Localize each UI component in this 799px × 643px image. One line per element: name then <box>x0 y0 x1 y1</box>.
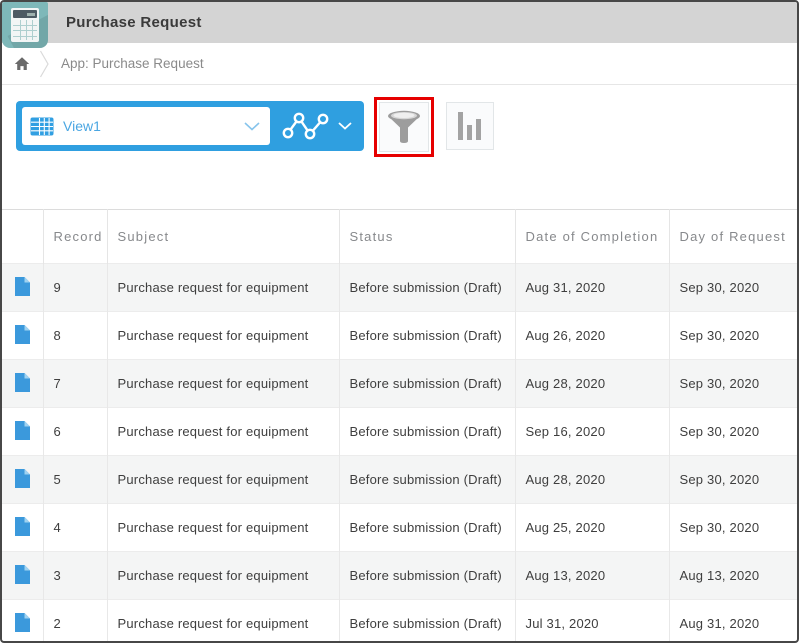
request-cell: Sep 30, 2020 <box>668 455 797 504</box>
status-cell: Before submission (Draft) <box>338 455 515 504</box>
document-icon[interactable] <box>15 420 30 440</box>
completion-cell: Aug 31, 2020 <box>514 263 669 312</box>
status-cell: Before submission (Draft) <box>338 311 515 360</box>
record-icon-cell <box>2 455 43 504</box>
subject-cell: Purchase request for equipment <box>106 455 339 504</box>
table-row: 2 Purchase request for equipment Before su… <box>2 599 797 641</box>
subject-cell: Purchase request for equipment <box>106 359 339 408</box>
completion-cell: Aug 28, 2020 <box>514 359 669 408</box>
record-cell: 3 <box>42 551 107 600</box>
column-header: Subject <box>106 209 339 264</box>
page-title: Purchase Request <box>66 14 202 31</box>
record-icon-cell <box>2 359 43 408</box>
status-cell: Before submission (Draft) <box>338 263 515 312</box>
request-cell: Sep 30, 2020 <box>668 311 797 360</box>
view-selector-value: View1 <box>63 118 101 134</box>
status-cell: Before submission (Draft) <box>338 359 515 408</box>
record-icon-cell <box>2 263 43 312</box>
chart-button[interactable] <box>446 102 494 150</box>
column-header: Date of Completion <box>514 209 669 264</box>
bar-chart-icon <box>458 111 482 141</box>
chevron-right-icon <box>38 48 51 80</box>
record-cell: 9 <box>42 263 107 312</box>
document-icon[interactable] <box>15 516 30 536</box>
subject-cell: Purchase request for equipment <box>106 599 339 641</box>
completion-cell: Aug 13, 2020 <box>514 551 669 600</box>
table-row: 8 Purchase request for equipment Before su… <box>2 311 797 360</box>
completion-cell: Aug 25, 2020 <box>514 503 669 552</box>
calculator-display <box>13 10 37 18</box>
table-row: 5 Purchase request for equipment Before su… <box>2 455 797 504</box>
status-cell: Before submission (Draft) <box>338 407 515 456</box>
chevron-down-icon[interactable] <box>338 122 352 130</box>
line-graph-icon <box>282 110 330 142</box>
subject-cell: Purchase request for equipment <box>106 551 339 600</box>
chevron-down-icon <box>244 121 260 131</box>
icon-column-header <box>2 209 43 264</box>
record-cell: 6 <box>42 407 107 456</box>
document-icon[interactable] <box>15 324 30 344</box>
completion-cell: Aug 26, 2020 <box>514 311 669 360</box>
completion-cell: Jul 31, 2020 <box>514 599 669 641</box>
calculator-grid <box>13 20 37 40</box>
completion-cell: Aug 28, 2020 <box>514 455 669 504</box>
toolbar: View1 <box>2 85 797 209</box>
subject-cell: Purchase request for equipment <box>106 263 339 312</box>
record-cell: 5 <box>42 455 107 504</box>
table-row: 4 Purchase request for equipment Before su… <box>2 503 797 552</box>
filter-highlight-annotation <box>374 97 434 157</box>
record-cell: 8 <box>42 311 107 360</box>
records-table: Record Subject Status Date of Completion Day… <box>2 209 797 641</box>
request-cell: Aug 31, 2020 <box>668 599 797 641</box>
subject-cell: Purchase request for equipment <box>106 503 339 552</box>
record-cell: 4 <box>42 503 107 552</box>
document-icon[interactable] <box>15 612 30 632</box>
record-icon-cell <box>2 503 43 552</box>
request-cell: Aug 13, 2020 <box>668 551 797 600</box>
filter-funnel-icon <box>386 108 422 146</box>
subject-cell: Purchase request for equipment <box>106 311 339 360</box>
document-icon[interactable] <box>15 564 30 584</box>
graph-view-button[interactable] <box>270 101 356 151</box>
app-header: Purchase Request <box>2 2 797 48</box>
record-icon-cell <box>2 551 43 600</box>
filter-button[interactable] <box>379 102 429 152</box>
record-cell: 7 <box>42 359 107 408</box>
document-icon[interactable] <box>15 276 30 296</box>
record-icon-cell <box>2 599 43 641</box>
status-cell: Before submission (Draft) <box>338 599 515 641</box>
column-header: Day of Request <box>668 209 797 264</box>
calculator-glyph <box>11 8 39 42</box>
table-row: 9 Purchase request for equipment Before su… <box>2 263 797 312</box>
table-header-row: Record Subject Status Date of Completion Day… <box>2 209 797 264</box>
app-window: Purchase Request App: Purchase Request V… <box>0 0 799 643</box>
request-cell: Sep 30, 2020 <box>668 359 797 408</box>
view-selector[interactable]: View1 <box>22 107 270 145</box>
table-row: 6 Purchase request for equipment Before su… <box>2 407 797 456</box>
view-selector-group: View1 <box>16 101 364 151</box>
home-icon[interactable] <box>14 56 30 71</box>
document-icon[interactable] <box>15 468 30 488</box>
document-icon[interactable] <box>15 372 30 392</box>
request-cell: Sep 30, 2020 <box>668 503 797 552</box>
record-cell: 2 <box>42 599 107 641</box>
record-icon-cell <box>2 407 43 456</box>
column-header: Record <box>42 209 107 264</box>
subject-cell: Purchase request for equipment <box>106 407 339 456</box>
request-cell: Sep 30, 2020 <box>668 407 797 456</box>
column-header: Status <box>338 209 515 264</box>
status-cell: Before submission (Draft) <box>338 503 515 552</box>
record-icon-cell <box>2 311 43 360</box>
status-cell: Before submission (Draft) <box>338 551 515 600</box>
table-view-icon <box>30 117 54 136</box>
app-icon <box>2 2 48 48</box>
completion-cell: Sep 16, 2020 <box>514 407 669 456</box>
table-row: 3 Purchase request for equipment Before su… <box>2 551 797 600</box>
breadcrumb: App: Purchase Request <box>2 43 797 85</box>
request-cell: Sep 30, 2020 <box>668 263 797 312</box>
table-row: 7 Purchase request for equipment Before su… <box>2 359 797 408</box>
breadcrumb-app-link[interactable]: App: Purchase Request <box>61 56 204 71</box>
